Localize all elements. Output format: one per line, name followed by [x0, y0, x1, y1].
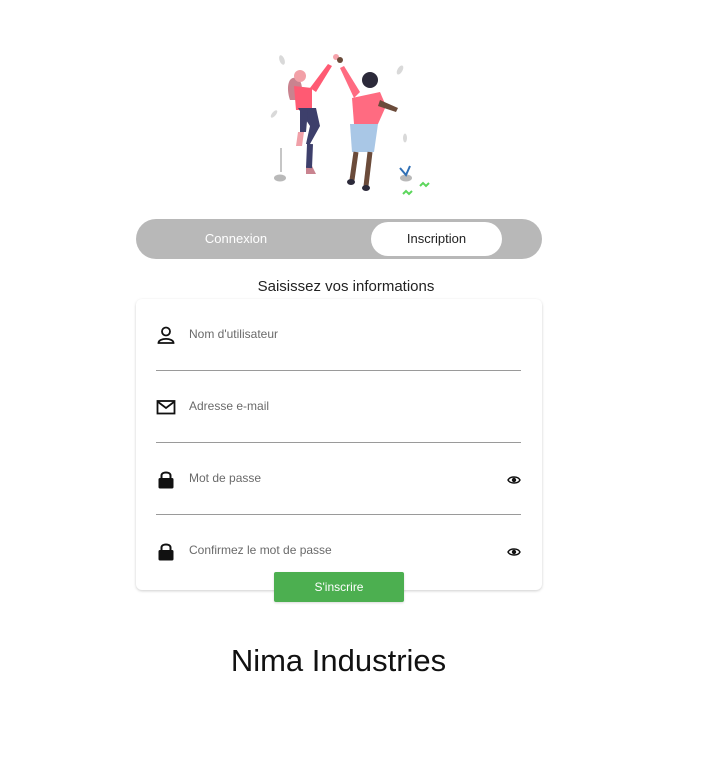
email-field[interactable]: Adresse e-mail	[156, 371, 521, 443]
brand-name: Nima Industries	[230, 643, 447, 678]
eye-icon[interactable]	[507, 545, 521, 559]
lock-icon	[158, 471, 174, 489]
hero-illustration	[270, 54, 430, 196]
tab-inscription[interactable]: Inscription	[371, 222, 502, 256]
tab-connexion[interactable]: Connexion	[166, 222, 306, 256]
email-placeholder: Adresse e-mail	[189, 399, 270, 413]
password-placeholder: Mot de passe	[189, 471, 262, 485]
username-placeholder: Nom d'utilisateur	[189, 327, 278, 341]
lock-icon	[158, 543, 174, 561]
form-subtitle: Saisissez vos informations	[257, 278, 435, 295]
signup-card: Nom d'utilisateur Adresse e-mail Mot de …	[136, 299, 542, 590]
eye-icon[interactable]	[507, 473, 521, 487]
user-icon	[157, 326, 175, 344]
confirm-password-placeholder: Confirmez le mot de passe	[189, 543, 332, 557]
username-field[interactable]: Nom d'utilisateur	[156, 299, 521, 371]
signup-button[interactable]: S'inscrire	[274, 572, 404, 602]
auth-mode-toggle: Connexion Inscription	[136, 219, 542, 259]
password-field[interactable]: Mot de passe	[156, 443, 521, 515]
mail-icon	[156, 400, 176, 415]
